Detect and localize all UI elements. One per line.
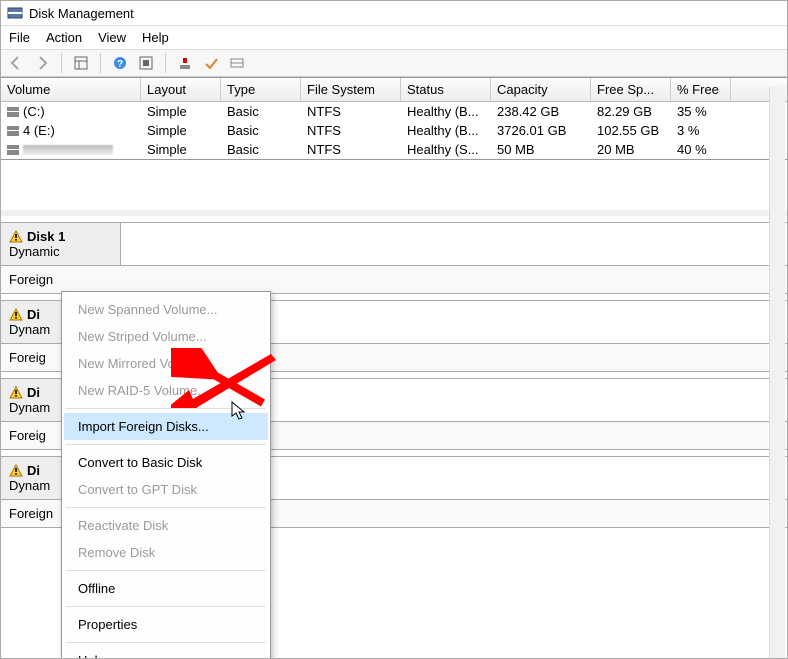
header-pctfree[interactable]: % Free	[671, 78, 731, 101]
header-capacity[interactable]: Capacity	[491, 78, 591, 101]
action-button-3[interactable]	[226, 52, 248, 74]
volume-header-row: Volume Layout Type File System Status Ca…	[1, 78, 787, 102]
header-freespace[interactable]: Free Sp...	[591, 78, 671, 101]
disk-management-window: Disk Management File Action View Help ?	[0, 0, 788, 659]
menu-help[interactable]: Help	[64, 647, 268, 659]
menu-convert-gpt[interactable]: Convert to GPT Disk	[64, 476, 268, 503]
scrollbar[interactable]	[769, 87, 785, 658]
menu-properties[interactable]: Properties	[64, 611, 268, 638]
table-row[interactable]: (C:)SimpleBasicNTFSHealthy (B...238.42 G…	[1, 102, 787, 121]
cursor-icon	[231, 401, 249, 421]
disk-block[interactable]: Disk 1DynamicForeign	[1, 222, 787, 294]
table-row[interactable]: SimpleBasicNTFSHealthy (S...50 MB20 MB40…	[1, 140, 787, 159]
table-row[interactable]: 4 (E:)SimpleBasicNTFSHealthy (B...3726.0…	[1, 121, 787, 140]
help-button[interactable]: ?	[109, 52, 131, 74]
forward-button[interactable]	[31, 52, 53, 74]
header-type[interactable]: Type	[221, 78, 301, 101]
menu-action[interactable]: Action	[46, 30, 82, 45]
action-button-2[interactable]	[200, 52, 222, 74]
warning-icon	[9, 464, 23, 478]
back-button[interactable]	[5, 52, 27, 74]
header-fs[interactable]: File System	[301, 78, 401, 101]
app-icon	[7, 5, 23, 21]
warning-icon	[9, 308, 23, 322]
drive-icon	[7, 126, 19, 136]
drive-icon	[7, 107, 19, 117]
toolbar: ?	[1, 50, 787, 77]
volume-list: Volume Layout Type File System Status Ca…	[1, 77, 787, 160]
header-layout[interactable]: Layout	[141, 78, 221, 101]
drive-icon	[7, 145, 19, 155]
settings-button[interactable]	[135, 52, 157, 74]
header-status[interactable]: Status	[401, 78, 491, 101]
menu-new-spanned[interactable]: New Spanned Volume...	[64, 296, 268, 323]
header-volume[interactable]: Volume	[1, 78, 141, 101]
warning-icon	[9, 230, 23, 244]
menu-file[interactable]: File	[9, 30, 30, 45]
window-title: Disk Management	[29, 6, 134, 21]
svg-text:?: ?	[117, 59, 123, 70]
view-button[interactable]	[70, 52, 92, 74]
action-button-1[interactable]	[174, 52, 196, 74]
warning-icon	[9, 386, 23, 400]
menu-convert-basic[interactable]: Convert to Basic Disk	[64, 449, 268, 476]
menu-remove[interactable]: Remove Disk	[64, 539, 268, 566]
menu-new-striped[interactable]: New Striped Volume...	[64, 323, 268, 350]
menu-help[interactable]: Help	[142, 30, 169, 45]
titlebar: Disk Management	[1, 1, 787, 26]
menu-offline[interactable]: Offline	[64, 575, 268, 602]
context-menu: New Spanned Volume... New Striped Volume…	[61, 291, 271, 659]
annotation-arrow	[171, 348, 281, 418]
menubar: File Action View Help	[1, 26, 787, 50]
menu-view[interactable]: View	[98, 30, 126, 45]
menu-reactivate[interactable]: Reactivate Disk	[64, 512, 268, 539]
